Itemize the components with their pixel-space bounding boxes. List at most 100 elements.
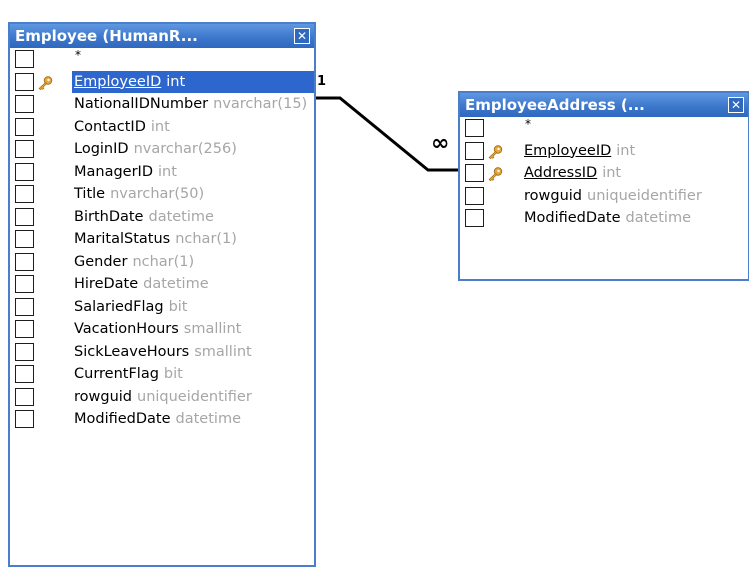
column-checkbox[interactable] — [15, 387, 34, 406]
column-name: ContactID — [74, 118, 146, 135]
employee-column-row[interactable]: * — [10, 48, 314, 71]
employee-column-row[interactable]: ManagerID int — [10, 161, 314, 184]
column-cell: BirthDate datetime — [72, 206, 314, 229]
column-name: Gender — [74, 253, 128, 270]
column-checkbox[interactable] — [15, 207, 34, 226]
column-checkbox[interactable] — [15, 162, 34, 181]
employee-column-row[interactable]: VacationHours smallint — [10, 318, 314, 341]
employee-address-column-row[interactable]: ModifiedDate datetime — [460, 207, 748, 230]
column-cell: ManagerID int — [72, 161, 314, 184]
column-cell: LoginID nvarchar(256) — [72, 138, 314, 161]
column-checkbox[interactable] — [465, 119, 484, 137]
employee-column-row[interactable]: EmployeeID int — [10, 70, 314, 93]
column-cell: * — [72, 48, 314, 71]
column-checkbox[interactable] — [15, 72, 34, 91]
column-type: smallint — [194, 343, 252, 360]
column-cell: Gender nchar(1) — [72, 251, 314, 274]
employee-address-table-title: EmployeeAddress (... — [465, 96, 645, 114]
column-cell: * — [522, 117, 748, 140]
employee-column-row[interactable]: LoginID nvarchar(256) — [10, 138, 314, 161]
employee-column-list: * EmployeeID int NationalIDNumber nvarchar(1… — [10, 48, 314, 431]
column-checkbox[interactable] — [465, 164, 484, 182]
employee-column-row[interactable]: HireDate datetime — [10, 273, 314, 296]
employee-column-row[interactable]: NationalIDNumber nvarchar(15) — [10, 93, 314, 116]
key-icon — [37, 75, 53, 90]
column-cell: Title nvarchar(50) — [72, 183, 314, 206]
column-cell: SalariedFlag bit — [72, 296, 314, 319]
column-name: rowguid — [74, 388, 132, 405]
column-cell: rowguid uniqueidentifier — [72, 386, 314, 409]
employee-address-column-row[interactable]: * — [460, 117, 748, 140]
column-checkbox[interactable] — [465, 141, 484, 160]
column-checkbox[interactable] — [15, 140, 34, 158]
column-name: * — [525, 117, 531, 132]
column-name: ModifiedDate — [524, 210, 621, 227]
employee-table-window[interactable]: Employee (HumanR... ✕ * EmployeeID int Nati… — [8, 22, 316, 567]
column-checkbox[interactable] — [15, 95, 34, 113]
employee-column-row[interactable]: SickLeaveHours smallint — [10, 341, 314, 364]
column-name: NationalIDNumber — [74, 96, 209, 113]
column-name: HireDate — [74, 276, 139, 293]
employee-column-row[interactable]: SalariedFlag bit — [10, 296, 314, 319]
employee-address-column-row[interactable]: AddressID int — [460, 162, 748, 185]
column-checkbox[interactable] — [15, 342, 34, 361]
column-name: ManagerID — [74, 163, 153, 180]
column-type: datetime — [625, 210, 691, 227]
employee-column-row[interactable]: Title nvarchar(50) — [10, 183, 314, 206]
column-type: nvarchar(50) — [110, 186, 205, 203]
employee-address-table-title-bar[interactable]: EmployeeAddress (... ✕ — [460, 93, 748, 117]
column-checkbox[interactable] — [465, 186, 484, 205]
employee-address-column-row[interactable]: rowguid uniqueidentifier — [460, 185, 748, 208]
employee-address-table-window[interactable]: EmployeeAddress (... ✕ * EmployeeID int Add… — [458, 91, 749, 281]
column-type: int — [158, 163, 177, 180]
employee-address-column-row[interactable]: EmployeeID int — [460, 140, 748, 163]
column-checkbox[interactable] — [15, 50, 34, 68]
column-cell: ContactID int — [72, 116, 314, 139]
relationship-one-label: 1 — [317, 74, 327, 89]
column-checkbox[interactable] — [15, 230, 34, 248]
employee-column-row[interactable]: rowguid uniqueidentifier — [10, 386, 314, 409]
column-type: int — [150, 118, 170, 135]
column-type: nvarchar(15) — [213, 96, 308, 113]
column-name: EmployeeID — [74, 73, 162, 90]
column-checkbox[interactable] — [15, 117, 34, 136]
column-cell: CurrentFlag bit — [72, 363, 314, 386]
close-icon[interactable]: ✕ — [294, 28, 310, 44]
employee-column-row[interactable]: BirthDate datetime — [10, 206, 314, 229]
column-type: nchar(1) — [132, 253, 195, 270]
employee-table-title-bar[interactable]: Employee (HumanR... ✕ — [10, 24, 314, 48]
column-cell: SickLeaveHours smallint — [72, 341, 314, 364]
column-type: smallint — [183, 321, 242, 338]
column-checkbox[interactable] — [15, 297, 34, 316]
column-type: datetime — [148, 208, 214, 225]
column-type: datetime — [175, 411, 241, 428]
employee-table-title: Employee (HumanR... — [15, 27, 198, 45]
column-cell: rowguid uniqueidentifier — [522, 185, 748, 208]
employee-column-row[interactable]: MaritalStatus nchar(1) — [10, 228, 314, 251]
employee-column-row[interactable]: ModifiedDate datetime — [10, 408, 314, 431]
employee-column-row[interactable]: Gender nchar(1) — [10, 251, 314, 274]
column-checkbox[interactable] — [15, 365, 34, 383]
column-type: int — [616, 142, 636, 159]
column-type: int — [602, 165, 622, 182]
column-checkbox[interactable] — [15, 320, 34, 338]
employee-column-row[interactable]: CurrentFlag bit — [10, 363, 314, 386]
column-type: datetime — [143, 276, 209, 293]
column-type: uniqueidentifier — [137, 388, 252, 405]
column-name: rowguid — [524, 187, 582, 204]
column-cell: EmployeeID int — [72, 70, 314, 93]
column-checkbox[interactable] — [15, 185, 34, 203]
column-type: bit — [163, 366, 183, 383]
column-name: BirthDate — [74, 208, 144, 225]
column-cell: EmployeeID int — [522, 140, 748, 163]
close-icon[interactable]: ✕ — [728, 97, 744, 113]
column-name: AddressID — [524, 165, 598, 182]
column-checkbox[interactable] — [15, 252, 34, 271]
employee-column-row[interactable]: ContactID int — [10, 116, 314, 139]
column-checkbox[interactable] — [15, 410, 34, 428]
column-checkbox[interactable] — [15, 275, 34, 293]
column-name: * — [75, 48, 81, 63]
column-cell: NationalIDNumber nvarchar(15) — [72, 93, 314, 116]
column-checkbox[interactable] — [465, 209, 484, 227]
column-cell: VacationHours smallint — [72, 318, 314, 341]
